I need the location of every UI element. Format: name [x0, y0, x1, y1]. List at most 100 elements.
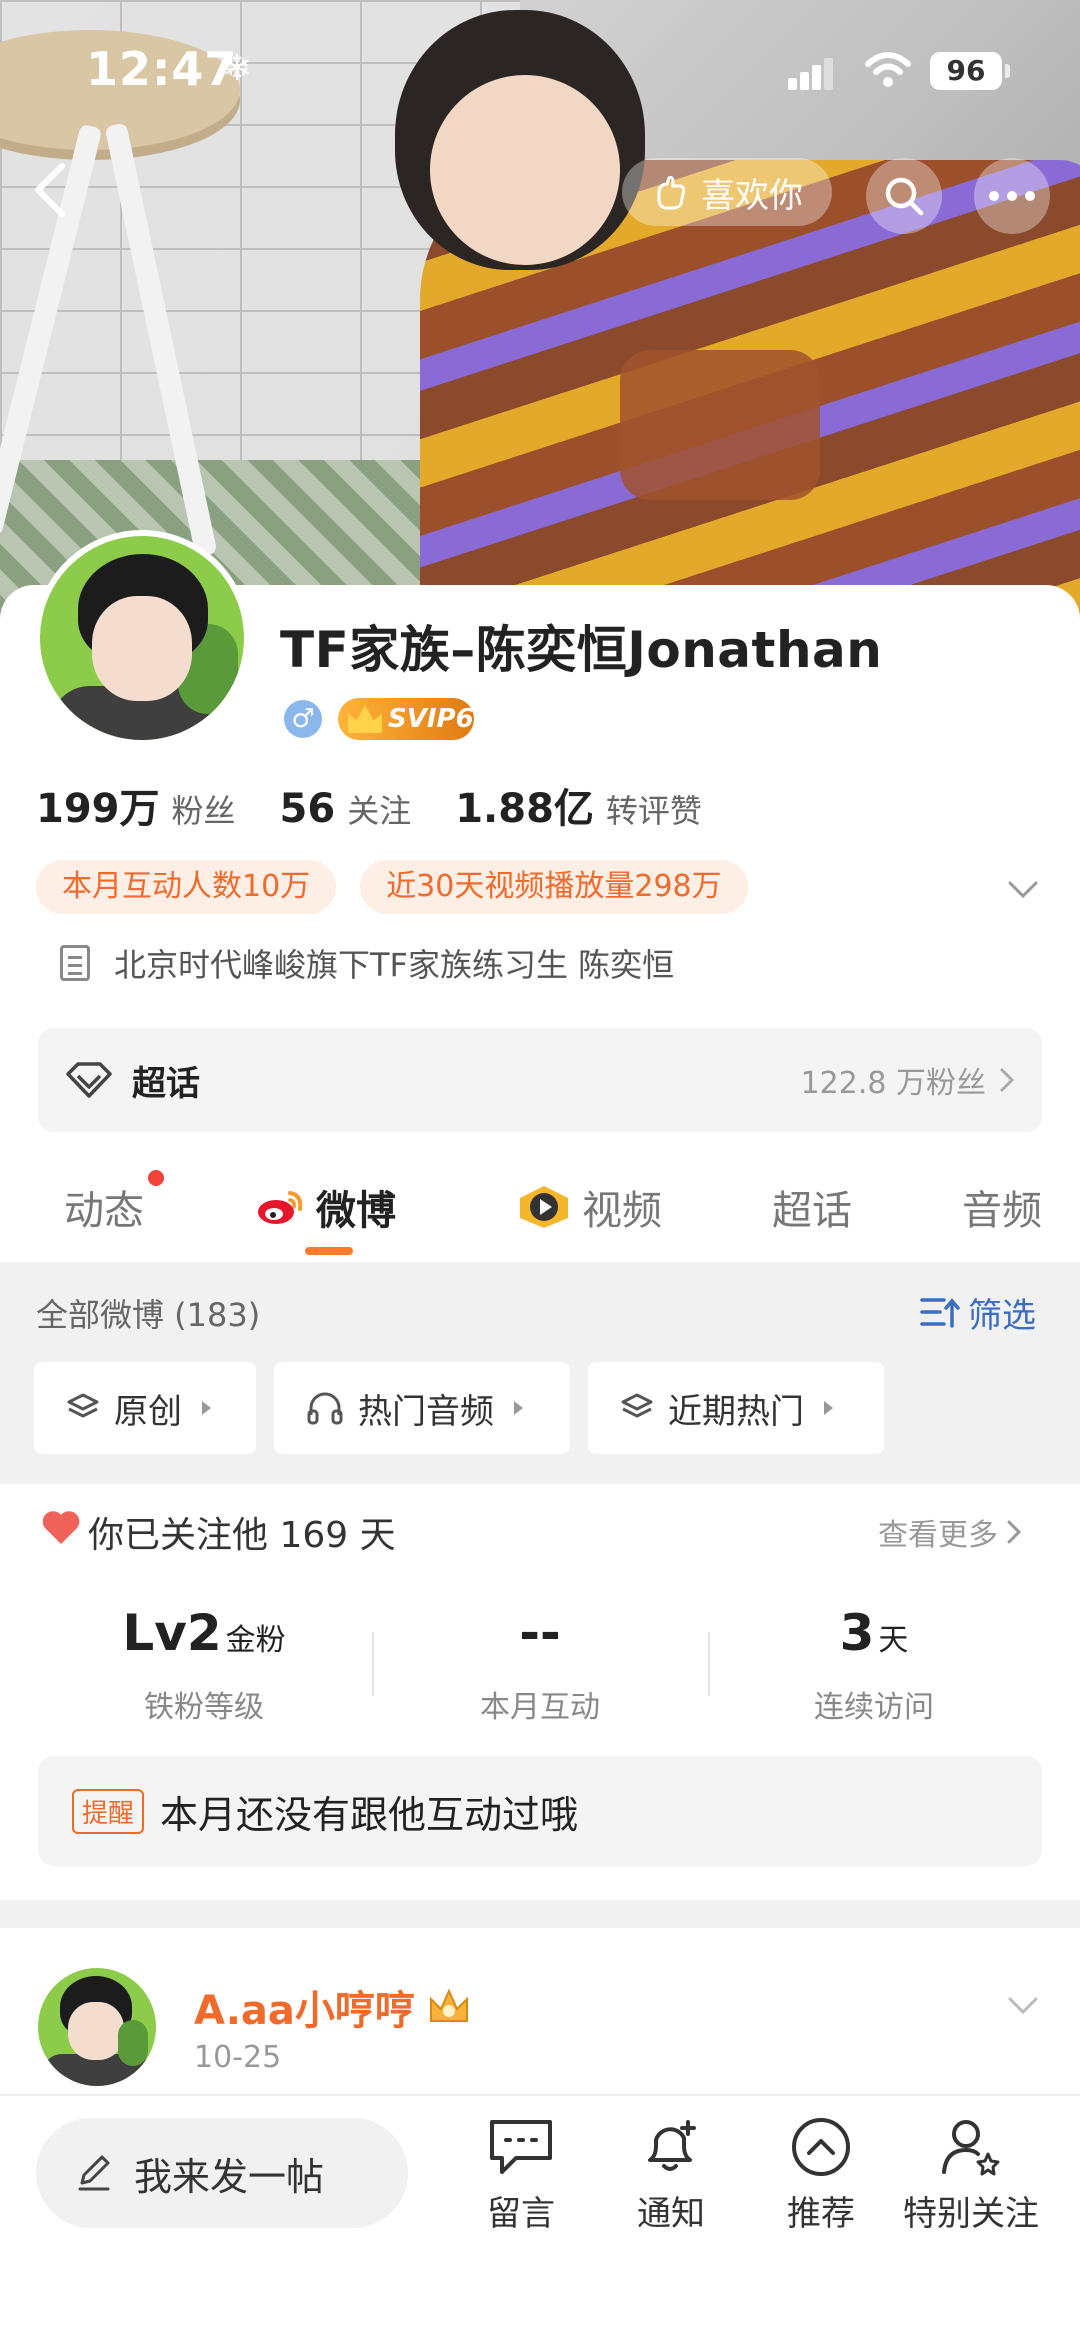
- fan-level-value: Lv2: [122, 1604, 222, 1662]
- monthly-interaction-stat[interactable]: -- 本月互动: [390, 1604, 690, 1726]
- filter-icon: [920, 1297, 960, 1328]
- follow-status-card: 你已关注他 169 天 查看更多 Lv2 金粉 铁粉等级 -- 本月互动 3天 连…: [0, 1484, 1080, 1898]
- stat-value: 199万: [36, 786, 160, 832]
- profile-page: 12:47 ❄ 96 喜欢你 TF家族–陈奕恒Jonathan ♂ SVIP6 …: [0, 0, 1080, 2338]
- nav-label: 留言: [487, 2194, 555, 2234]
- back-arrow-icon[interactable]: [28, 160, 72, 220]
- stat-followers[interactable]: 199万 粉丝: [36, 776, 236, 834]
- status-bar: 12:47 ❄ 96: [0, 0, 1080, 140]
- crown-badge-icon: [429, 1988, 468, 2022]
- tab-video[interactable]: 视频: [516, 1178, 662, 1236]
- tab-super-topic[interactable]: 超话: [772, 1178, 852, 1236]
- compose-post-button[interactable]: 我来发一帖: [36, 2118, 408, 2228]
- layers-icon: [67, 1393, 99, 1418]
- all-posts-count: 全部微博 (183): [36, 1296, 261, 1334]
- vip-level-text: SVIP6: [388, 704, 474, 734]
- pencil-icon: [78, 2155, 110, 2191]
- reminder-text: 本月还没有跟他互动过哦: [160, 1792, 579, 1837]
- wifi-icon: [865, 52, 911, 87]
- consecutive-visits-unit: 天: [878, 1623, 909, 1658]
- message-icon: [490, 2120, 552, 2174]
- filter-original-button[interactable]: 原创: [34, 1362, 256, 1454]
- chip-video-plays[interactable]: 近30天视频播放量298万: [360, 860, 748, 914]
- tab-audio[interactable]: 音频: [962, 1178, 1042, 1236]
- video-play-icon: [520, 1186, 568, 1228]
- snowflake-icon: ❄: [222, 48, 253, 89]
- filter-option-label: 近期热门: [668, 1391, 804, 1432]
- stat-label: 关注: [347, 792, 412, 830]
- triangle-right-icon: [202, 1401, 211, 1415]
- stat-reposts-likes[interactable]: 1.88亿 转评赞: [455, 776, 702, 834]
- reminder-tag: 提醒: [72, 1788, 145, 1834]
- stat-value: 1.88亿: [455, 786, 594, 832]
- cover-sweater-pattern: [620, 350, 820, 500]
- feed-post[interactable]: A.aa小哼哼 10-25: [0, 1928, 1080, 2098]
- nav-recommend[interactable]: 推荐: [746, 2116, 896, 2235]
- weibo-logo-icon: [258, 1191, 303, 1224]
- tab-dynamics[interactable]: 动态: [64, 1178, 144, 1236]
- author-name-text: A.aa小哼哼: [194, 1988, 415, 2034]
- bottom-action-bar: 我来发一帖 留言 通知 推荐 特别关注: [0, 2094, 1080, 2338]
- male-gender-icon: ♂: [284, 700, 322, 738]
- active-tab-indicator: [305, 1247, 353, 1255]
- filter-option-label: 原创: [114, 1391, 182, 1432]
- more-options-button[interactable]: [974, 158, 1050, 234]
- tab-label: 超话: [772, 1188, 852, 1234]
- filter-recent-hot-button[interactable]: 近期热门: [588, 1362, 884, 1454]
- compose-label: 我来发一帖: [134, 2154, 325, 2199]
- triangle-right-icon: [824, 1401, 833, 1415]
- super-topic-fans: 122.8 万粉丝: [800, 1066, 986, 1101]
- diamond-icon: [66, 1062, 112, 1098]
- nav-label: 推荐: [787, 2194, 855, 2234]
- crown-icon: [348, 705, 382, 733]
- chevron-down-icon[interactable]: [1006, 1988, 1040, 2022]
- fan-level-unit: 金粉: [225, 1623, 286, 1658]
- nav-label: 通知: [637, 2194, 705, 2234]
- heart-icon: [42, 1511, 80, 1544]
- divider: [708, 1632, 710, 1696]
- post-author-name[interactable]: A.aa小哼哼: [194, 1978, 471, 2036]
- section-divider: [0, 1900, 1080, 1928]
- bio-text: 北京时代峰峻旗下TF家族练习生 陈奕恒: [114, 946, 675, 984]
- nav-notification[interactable]: 通知: [596, 2116, 746, 2235]
- profile-stats: 199万 粉丝 56 关注 1.88亿 转评赞: [36, 776, 702, 834]
- stat-label: 粉丝: [171, 792, 236, 830]
- chip-monthly-interactions[interactable]: 本月互动人数10万: [36, 860, 337, 914]
- like-you-button[interactable]: 喜欢你: [622, 158, 832, 226]
- profile-name: TF家族–陈奕恒Jonathan: [280, 621, 883, 679]
- nav-special-follow[interactable]: 特别关注: [896, 2116, 1046, 2235]
- headphones-icon: [307, 1392, 343, 1425]
- tab-weibo[interactable]: 微博: [256, 1178, 396, 1236]
- search-button[interactable]: [866, 158, 942, 234]
- filter-option-label: 热门音频: [358, 1391, 494, 1432]
- layers-icon: [621, 1393, 653, 1418]
- consecutive-visits-value: 3: [839, 1604, 875, 1662]
- document-icon: [60, 945, 90, 981]
- fan-level-stat[interactable]: Lv2 金粉 铁粉等级: [54, 1604, 354, 1726]
- profile-bio: 北京时代峰峻旗下TF家族练习生 陈奕恒: [60, 940, 674, 986]
- super-topic-row[interactable]: 超话 122.8 万粉丝: [38, 1028, 1042, 1132]
- interaction-reminder[interactable]: 提醒 本月还没有跟他互动过哦: [38, 1756, 1042, 1866]
- tab-label: 微博: [316, 1188, 396, 1234]
- search-icon: [885, 177, 924, 216]
- profile-tabs: 动态 微博 视频 超话 音频: [0, 1160, 1080, 1262]
- see-more-label: 查看更多: [878, 1518, 998, 1553]
- hand-heart-icon: [657, 176, 686, 210]
- consecutive-visits-stat[interactable]: 3天 连续访问: [724, 1604, 1024, 1726]
- post-author-avatar[interactable]: [38, 1968, 156, 2086]
- battery-indicator: 96: [930, 52, 1010, 90]
- filter-hot-audio-button[interactable]: 热门音频: [274, 1362, 570, 1454]
- stat-following[interactable]: 56 关注: [280, 786, 412, 832]
- user-star-icon: [942, 2120, 1000, 2176]
- see-more-link[interactable]: 查看更多: [878, 1510, 1022, 1554]
- stat-value: 56: [279, 786, 336, 832]
- profile-avatar[interactable]: [34, 530, 250, 746]
- follow-days-title: 你已关注他 169 天: [88, 1515, 396, 1556]
- nav-message-board[interactable]: 留言: [446, 2116, 596, 2235]
- signal-icon: [788, 58, 833, 90]
- chevron-down-icon[interactable]: [1006, 872, 1040, 906]
- filter-button[interactable]: 筛选: [920, 1288, 1036, 1337]
- svip-badge[interactable]: SVIP6: [338, 698, 474, 740]
- post-filter-area: 全部微博 (183) 筛选 原创 热门音频 近期热门: [0, 1262, 1080, 1484]
- status-time: 12:47: [86, 42, 238, 96]
